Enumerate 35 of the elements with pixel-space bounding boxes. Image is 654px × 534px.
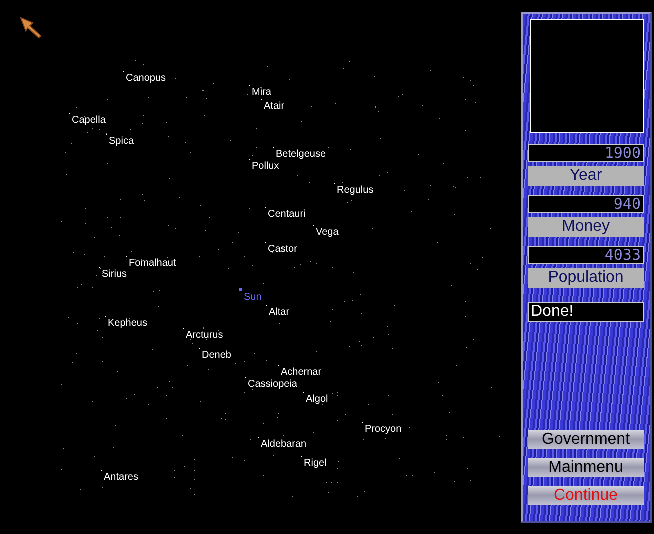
star-label[interactable]: Castor: [265, 242, 298, 255]
star-label[interactable]: Altar: [266, 305, 290, 318]
star-label[interactable]: Arcturus: [183, 328, 224, 341]
star-label[interactable]: Spica: [106, 134, 134, 147]
star-label[interactable]: Achernar: [278, 365, 322, 378]
star-label[interactable]: Kepheus: [105, 316, 148, 329]
star-label[interactable]: Pollux: [249, 159, 280, 172]
star-label[interactable]: Procyon: [362, 422, 402, 435]
readout-label: Year: [528, 166, 644, 186]
star-label[interactable]: Capella: [69, 113, 106, 126]
pointer-cursor-icon: [20, 17, 42, 39]
star-label[interactable]: Algol: [303, 392, 328, 405]
digital-readout: 1900: [528, 144, 644, 162]
star-label[interactable]: Regulus: [334, 183, 374, 196]
status-field: Done!: [528, 302, 644, 322]
star-label[interactable]: Deneb: [199, 348, 232, 361]
menu-button[interactable]: Mainmenu: [528, 458, 644, 477]
star-label[interactable]: Antares: [101, 470, 138, 483]
star-label[interactable]: Rigel: [301, 456, 327, 469]
menu-button[interactable]: Government: [528, 430, 644, 449]
readout-label: Population: [528, 268, 644, 288]
star-label[interactable]: Betelgeuse: [273, 147, 326, 160]
star-label[interactable]: Canopus: [123, 71, 166, 84]
star-label[interactable]: Centauri: [265, 207, 306, 220]
star-label[interactable]: Atair: [261, 99, 285, 112]
digital-readout: 940: [528, 195, 644, 213]
star-label[interactable]: Sun: [239, 288, 262, 303]
star-label[interactable]: Vega: [313, 225, 339, 238]
digital-readout: 4033: [528, 246, 644, 264]
star-label[interactable]: Mira: [249, 85, 272, 98]
star-label[interactable]: Cassiopeia: [245, 377, 298, 390]
star-label[interactable]: Aldebaran: [258, 437, 307, 450]
star-label[interactable]: Sirius: [99, 267, 128, 280]
readout-label: Money: [528, 217, 644, 237]
star-label[interactable]: Fomalhaut: [126, 256, 176, 269]
